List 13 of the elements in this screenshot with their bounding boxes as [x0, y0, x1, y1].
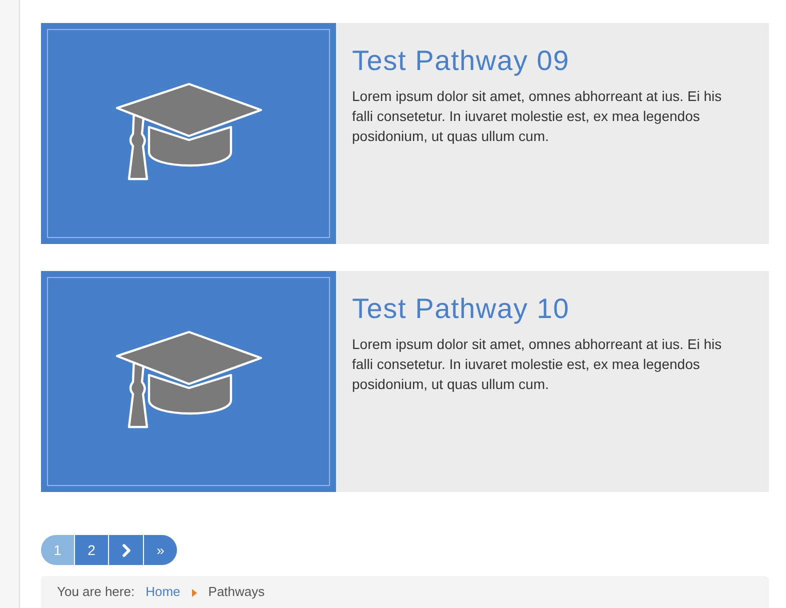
pathway-description: Lorem ipsum dolor sit amet, omnes abhorreant at ius. Ei his falli consetetur. In iuvaret molestie est, ex mea legendos posidonium, ut quas ullum cum. [352, 335, 723, 394]
breadcrumb-label: You are here: [57, 583, 135, 601]
breadcrumb-current: Pathways [208, 583, 265, 601]
next-page-button[interactable] [109, 535, 143, 565]
pathway-description: Lorem ipsum dolor sit amet, omnes abhorreant at ius. Ei his falli consetetur. In iuvaret molestie est, ex mea legendos posidonium, ut quas ullum cum. [352, 87, 723, 146]
page-button[interactable]: 2 [75, 535, 108, 565]
pathway-title[interactable]: Test Pathway 10 [352, 292, 570, 326]
breadcrumb-link[interactable]: Home [146, 583, 180, 601]
page-button[interactable]: 1 [41, 535, 74, 565]
last-page-button[interactable]: » [144, 535, 177, 565]
triangle-separator-icon [192, 589, 198, 597]
pathway-title[interactable]: Test Pathway 09 [352, 44, 570, 78]
chevron-right-icon [122, 544, 130, 556]
